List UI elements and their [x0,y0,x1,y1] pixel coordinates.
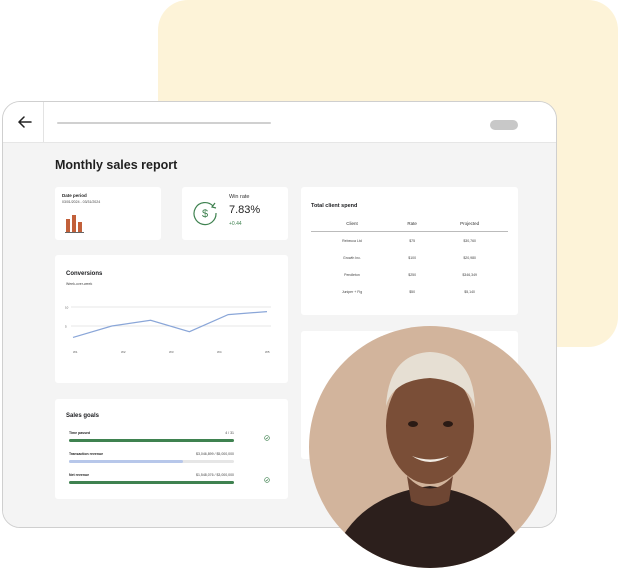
conversions-line-chart: 10 5 W1 W2 W3 W4 W5 [65,306,271,354]
column-header: Projected [431,221,508,232]
win-rate-label: Win rate [229,194,250,200]
x-tick: W5 [265,350,270,354]
table-cell: $5,140 [464,289,476,294]
table-cell: Rebecca Ltd [342,238,362,243]
goal-progress-track [69,460,234,463]
date-period-card: Date period 03/01/2024 - 03/31/2024 [55,187,161,240]
dollar-refresh-icon: $ [193,202,217,226]
bar-chart-icon [65,215,84,233]
win-rate-value: 7.83% [229,204,261,216]
conversions-subtitle: Week-over-week [66,282,93,286]
goal-value: $1,548,076 / $3,000,000 [196,473,234,477]
table-row[interactable]: Pendleton $250 $346,349 [311,266,508,283]
table-cell: $20,980 [463,255,476,260]
back-arrow-icon[interactable] [15,112,35,132]
date-period-label: Date period [62,193,87,198]
goal-progress-fill [69,439,234,442]
goal-value: $3,046,899 / $5,000,000 [196,452,234,456]
goal-label: Net revenue [69,473,90,477]
check-circle-icon [264,435,270,441]
sales-goals-card: Sales goals Time passed 4 / 31 Transaction… [55,399,288,499]
person-illustration [329,352,531,568]
address-bar[interactable] [57,122,271,124]
client-spend-card: Total client spend Client Rate Projected… [301,187,518,315]
menu-pill[interactable] [490,120,518,130]
goal-progress-fill [69,481,234,484]
sales-goals-title: Sales goals [66,413,100,419]
client-spend-title: Total client spend [311,203,358,209]
date-range: 03/01/2024 - 03/31/2024 [62,200,101,204]
x-tick: W3 [169,350,174,354]
win-rate-delta: +0.44 [229,221,242,227]
divider [43,102,44,142]
column-header: Rate [392,221,432,232]
table-cell: $100 [408,255,417,260]
svg-text:$: $ [202,208,208,220]
check-circle-icon [264,477,270,483]
goal-value: 4 / 31 [225,431,234,435]
column-header: Client [311,221,393,232]
goal-progress-track [69,481,234,484]
y-tick: 10 [65,306,69,310]
table-cell: Juniper + Fig [341,289,363,294]
x-tick: W1 [73,350,78,354]
table-row[interactable]: Rebecca Ltd $75 $30,760 [311,232,508,250]
table-cell: $346,349 [462,272,477,277]
conversions-title: Conversions [66,271,103,277]
goal-label: Time passed [69,431,91,435]
table-cell: $75 [409,238,416,243]
series-line [72,311,268,338]
conversions-card: Conversions Week-over-week 10 5 W1 W2 W3… [55,255,288,383]
table-cell: Pendleton [344,272,360,277]
win-rate-card: $ Win rate 7.83% +0.44 [182,187,288,240]
goal-progress-track [69,439,234,442]
client-spend-table: Client Rate Projected Rebecca Ltd $75 $30,… [311,221,508,300]
profile-photo [309,326,551,568]
table-row[interactable]: Juniper + Fig $50 $5,140 [311,283,508,300]
table-cell: Growth Inc. [343,255,361,260]
table-row[interactable]: Growth Inc. $100 $20,980 [311,249,508,266]
goal-label: Transaction revenue [69,452,104,456]
goal-progress-fill [69,460,183,463]
page-title: Monthly sales report [55,158,178,172]
table-cell: $250 [408,272,417,277]
table-cell: $30,760 [463,238,476,243]
x-tick: W4 [217,350,222,354]
top-bar [3,102,556,143]
table-cell: $50 [409,289,416,294]
x-tick: W2 [121,350,126,354]
y-tick: 5 [65,325,67,329]
